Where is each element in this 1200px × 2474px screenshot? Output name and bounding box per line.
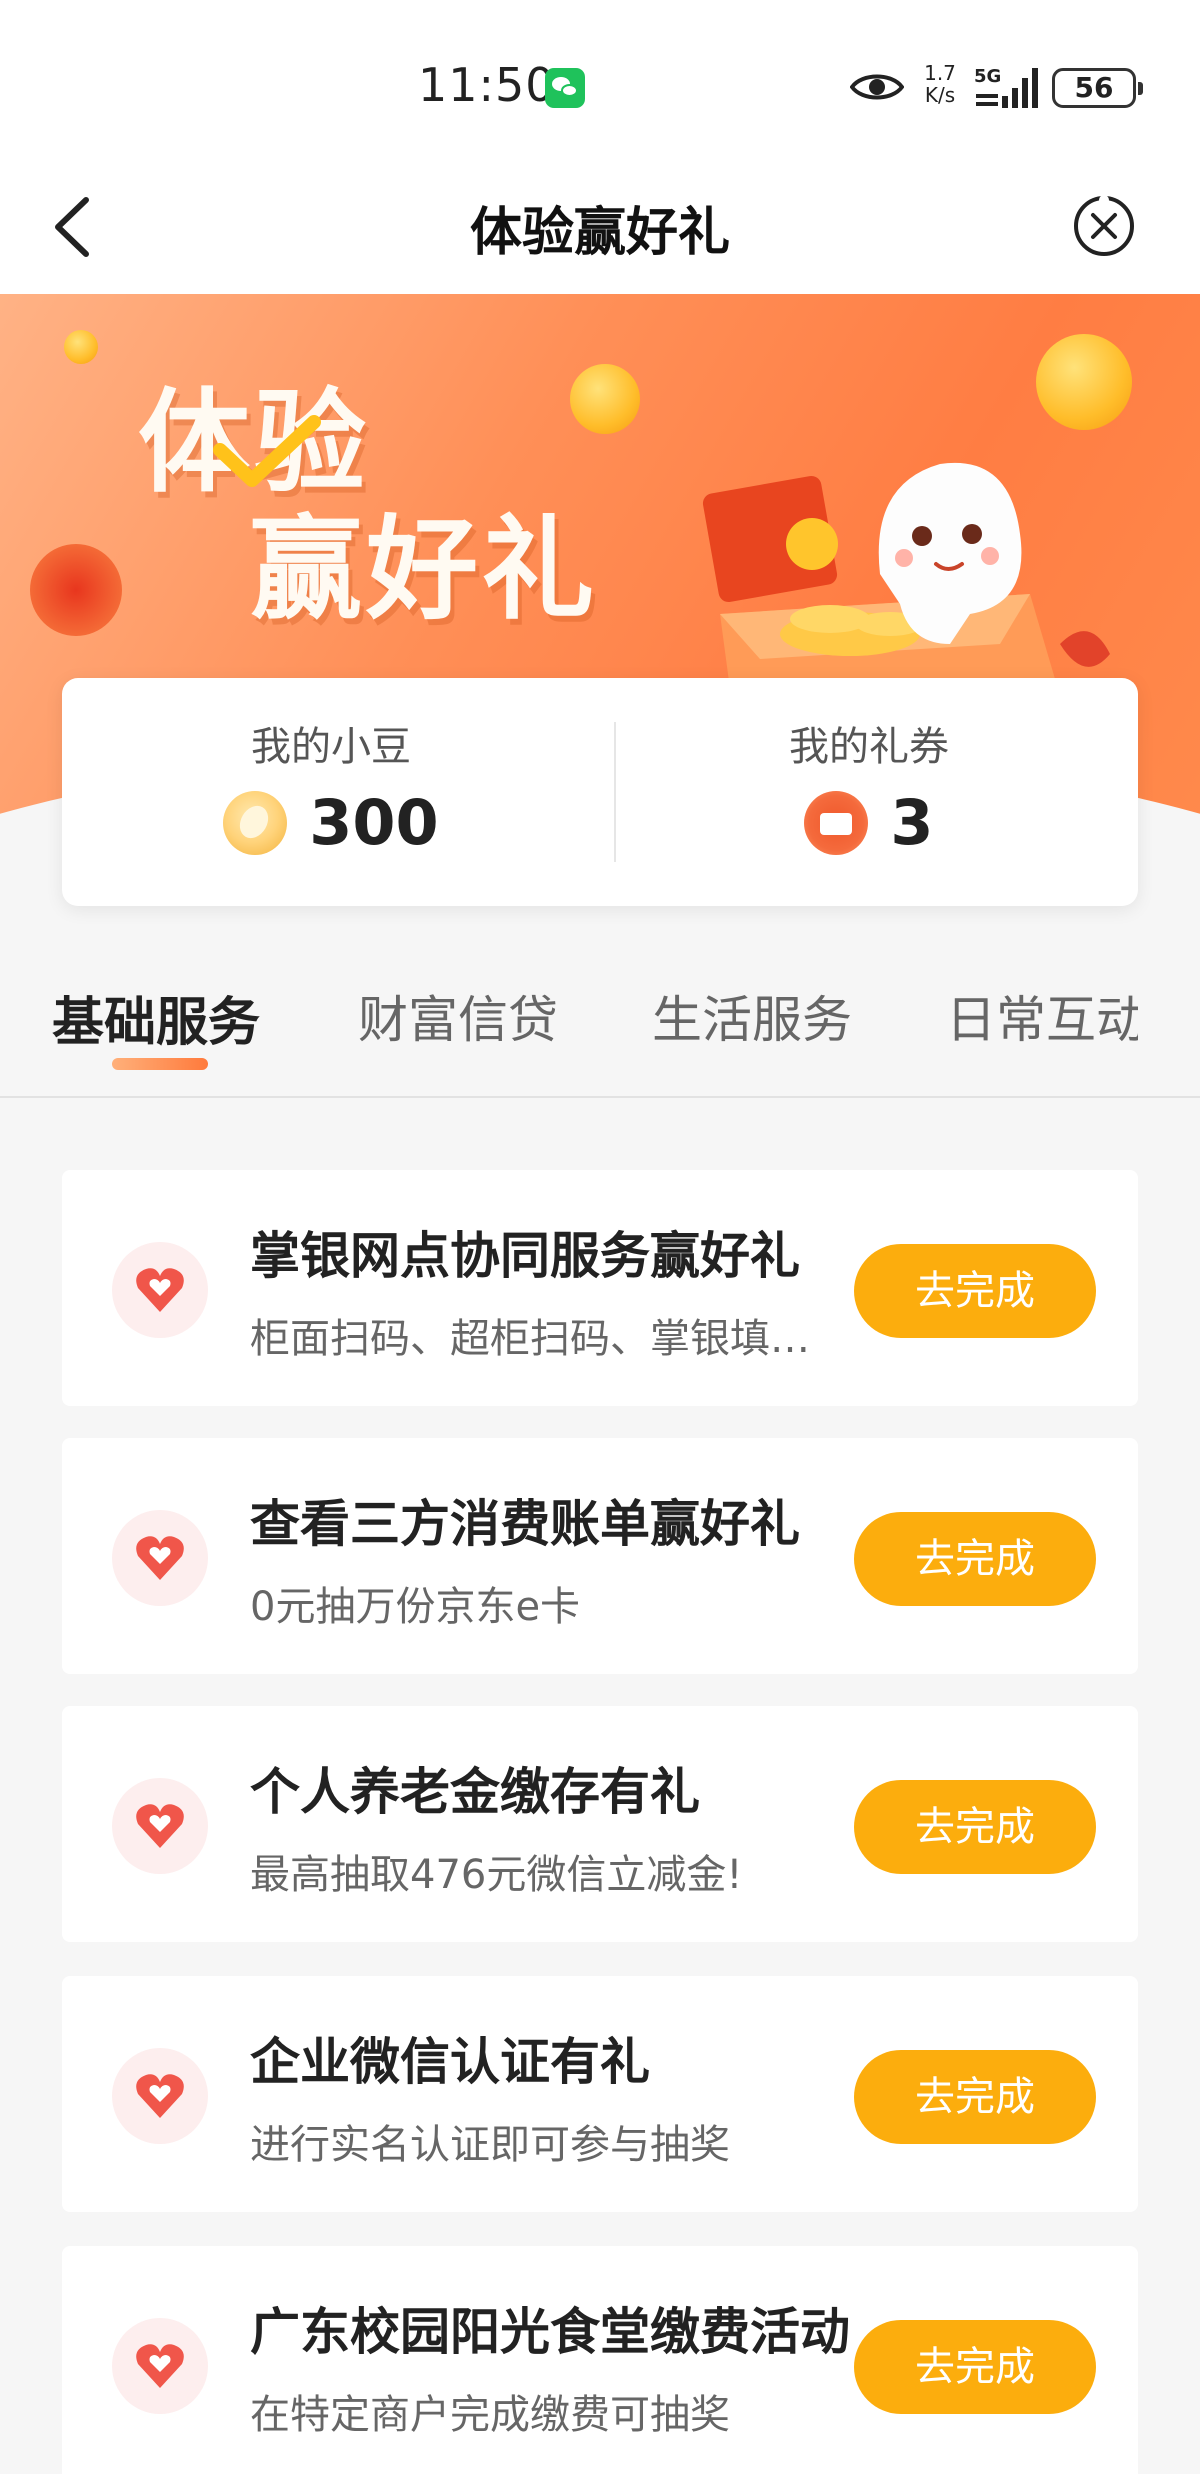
task-title: 企业微信认证有礼 xyxy=(250,2033,650,2091)
coupons-label: 我的礼券 xyxy=(789,724,949,770)
heart-icon xyxy=(112,2048,208,2144)
page: 11:50 1.7 K/s 5G 56 体验赢好礼 体验 赢好礼 我的小豆 30… xyxy=(0,0,1200,2474)
tab-wealth-credit[interactable]: 财富信贷 xyxy=(358,980,558,1052)
task-card: 查看三方消费账单赢好礼 0元抽万份京东e卡 去完成 xyxy=(62,1438,1138,1674)
signal-icon: 5G xyxy=(974,66,1038,108)
coin-decoration xyxy=(570,364,640,434)
page-title: 体验赢好礼 xyxy=(469,203,730,263)
beans-label: 我的小豆 xyxy=(251,724,411,770)
complete-task-button[interactable]: 去完成 xyxy=(854,1244,1096,1338)
task-title: 掌银网点协同服务赢好礼 xyxy=(250,1227,800,1285)
heart-icon xyxy=(112,1242,208,1338)
task-card: 掌银网点协同服务赢好礼 柜面扫码、超柜扫码、掌银填单赢好礼 去完成 xyxy=(62,1170,1138,1406)
heart-icon xyxy=(112,2318,208,2414)
task-card: 广东校园阳光食堂缴费活动 在特定商户完成缴费可抽奖 去完成 xyxy=(62,2246,1138,2474)
heart-icon xyxy=(112,1778,208,1874)
task-title: 个人养老金缴存有礼 xyxy=(250,1763,700,1821)
task-title: 查看三方消费账单赢好礼 xyxy=(250,1495,800,1553)
coin-decoration xyxy=(64,330,98,364)
task-card: 企业微信认证有礼 进行实名认证即可参与抽奖 去完成 xyxy=(62,1976,1138,2212)
back-arrow-icon[interactable] xyxy=(48,194,94,260)
complete-task-button[interactable]: 去完成 xyxy=(854,1780,1096,1874)
beans-value: 300 xyxy=(309,786,439,859)
coupons-stat[interactable]: 我的礼券 3 xyxy=(600,678,1138,906)
svg-text:5G: 5G xyxy=(974,66,1001,87)
task-description: 在特定商户完成缴费可抽奖 xyxy=(250,2392,730,2438)
stats-card: 我的小豆 300 我的礼券 3 xyxy=(62,678,1138,906)
red-envelope-badge-icon xyxy=(30,544,122,636)
status-time: 11:50 xyxy=(418,58,556,112)
beans-stat[interactable]: 我的小豆 300 xyxy=(62,678,600,906)
status-bar: 11:50 1.7 K/s 5G 56 xyxy=(0,0,1200,160)
battery-level: 56 xyxy=(1074,71,1114,104)
net-speed-unit: K/s xyxy=(924,83,956,107)
task-description: 进行实名认证即可参与抽奖 xyxy=(250,2122,730,2168)
net-speed-value: 1.7 xyxy=(924,61,956,85)
banner-title-line2: 赢好礼 xyxy=(250,505,598,635)
tab-daily-interaction[interactable]: 日常互动 xyxy=(946,980,1138,1052)
complete-task-button[interactable]: 去完成 xyxy=(854,2320,1096,2414)
coin-decoration xyxy=(1036,334,1132,430)
task-description: 柜面扫码、超柜扫码、掌银填单赢好礼 xyxy=(250,1316,840,1362)
tab-basic-services[interactable]: 基础服务 xyxy=(52,980,260,1055)
net-speed: 1.7 K/s xyxy=(918,62,962,106)
tab-life-services[interactable]: 生活服务 xyxy=(652,980,852,1052)
active-tab-indicator xyxy=(112,1058,208,1070)
bean-icon xyxy=(223,790,288,855)
complete-task-button[interactable]: 去完成 xyxy=(854,1512,1096,1606)
heart-icon xyxy=(112,1510,208,1606)
category-tabs: 基础服务 财富信贷 生活服务 日常互动 xyxy=(0,950,1200,1098)
coupons-value: 3 xyxy=(890,786,934,859)
nav-bar: 体验赢好礼 xyxy=(0,160,1200,294)
task-description: 最高抽取476元微信立减金! xyxy=(250,1852,743,1898)
task-card: 个人养老金缴存有礼 最高抽取476元微信立减金! 去完成 xyxy=(62,1706,1138,1942)
battery-icon: 56 xyxy=(1052,68,1143,108)
task-title: 广东校园阳光食堂缴费活动 xyxy=(250,2303,850,2361)
task-description: 0元抽万份京东e卡 xyxy=(250,1584,581,1630)
wechat-icon xyxy=(545,68,585,108)
close-circle-icon[interactable] xyxy=(1072,194,1136,258)
complete-task-button[interactable]: 去完成 xyxy=(854,2050,1096,2144)
coupon-icon xyxy=(804,790,869,855)
eye-icon xyxy=(850,74,904,100)
